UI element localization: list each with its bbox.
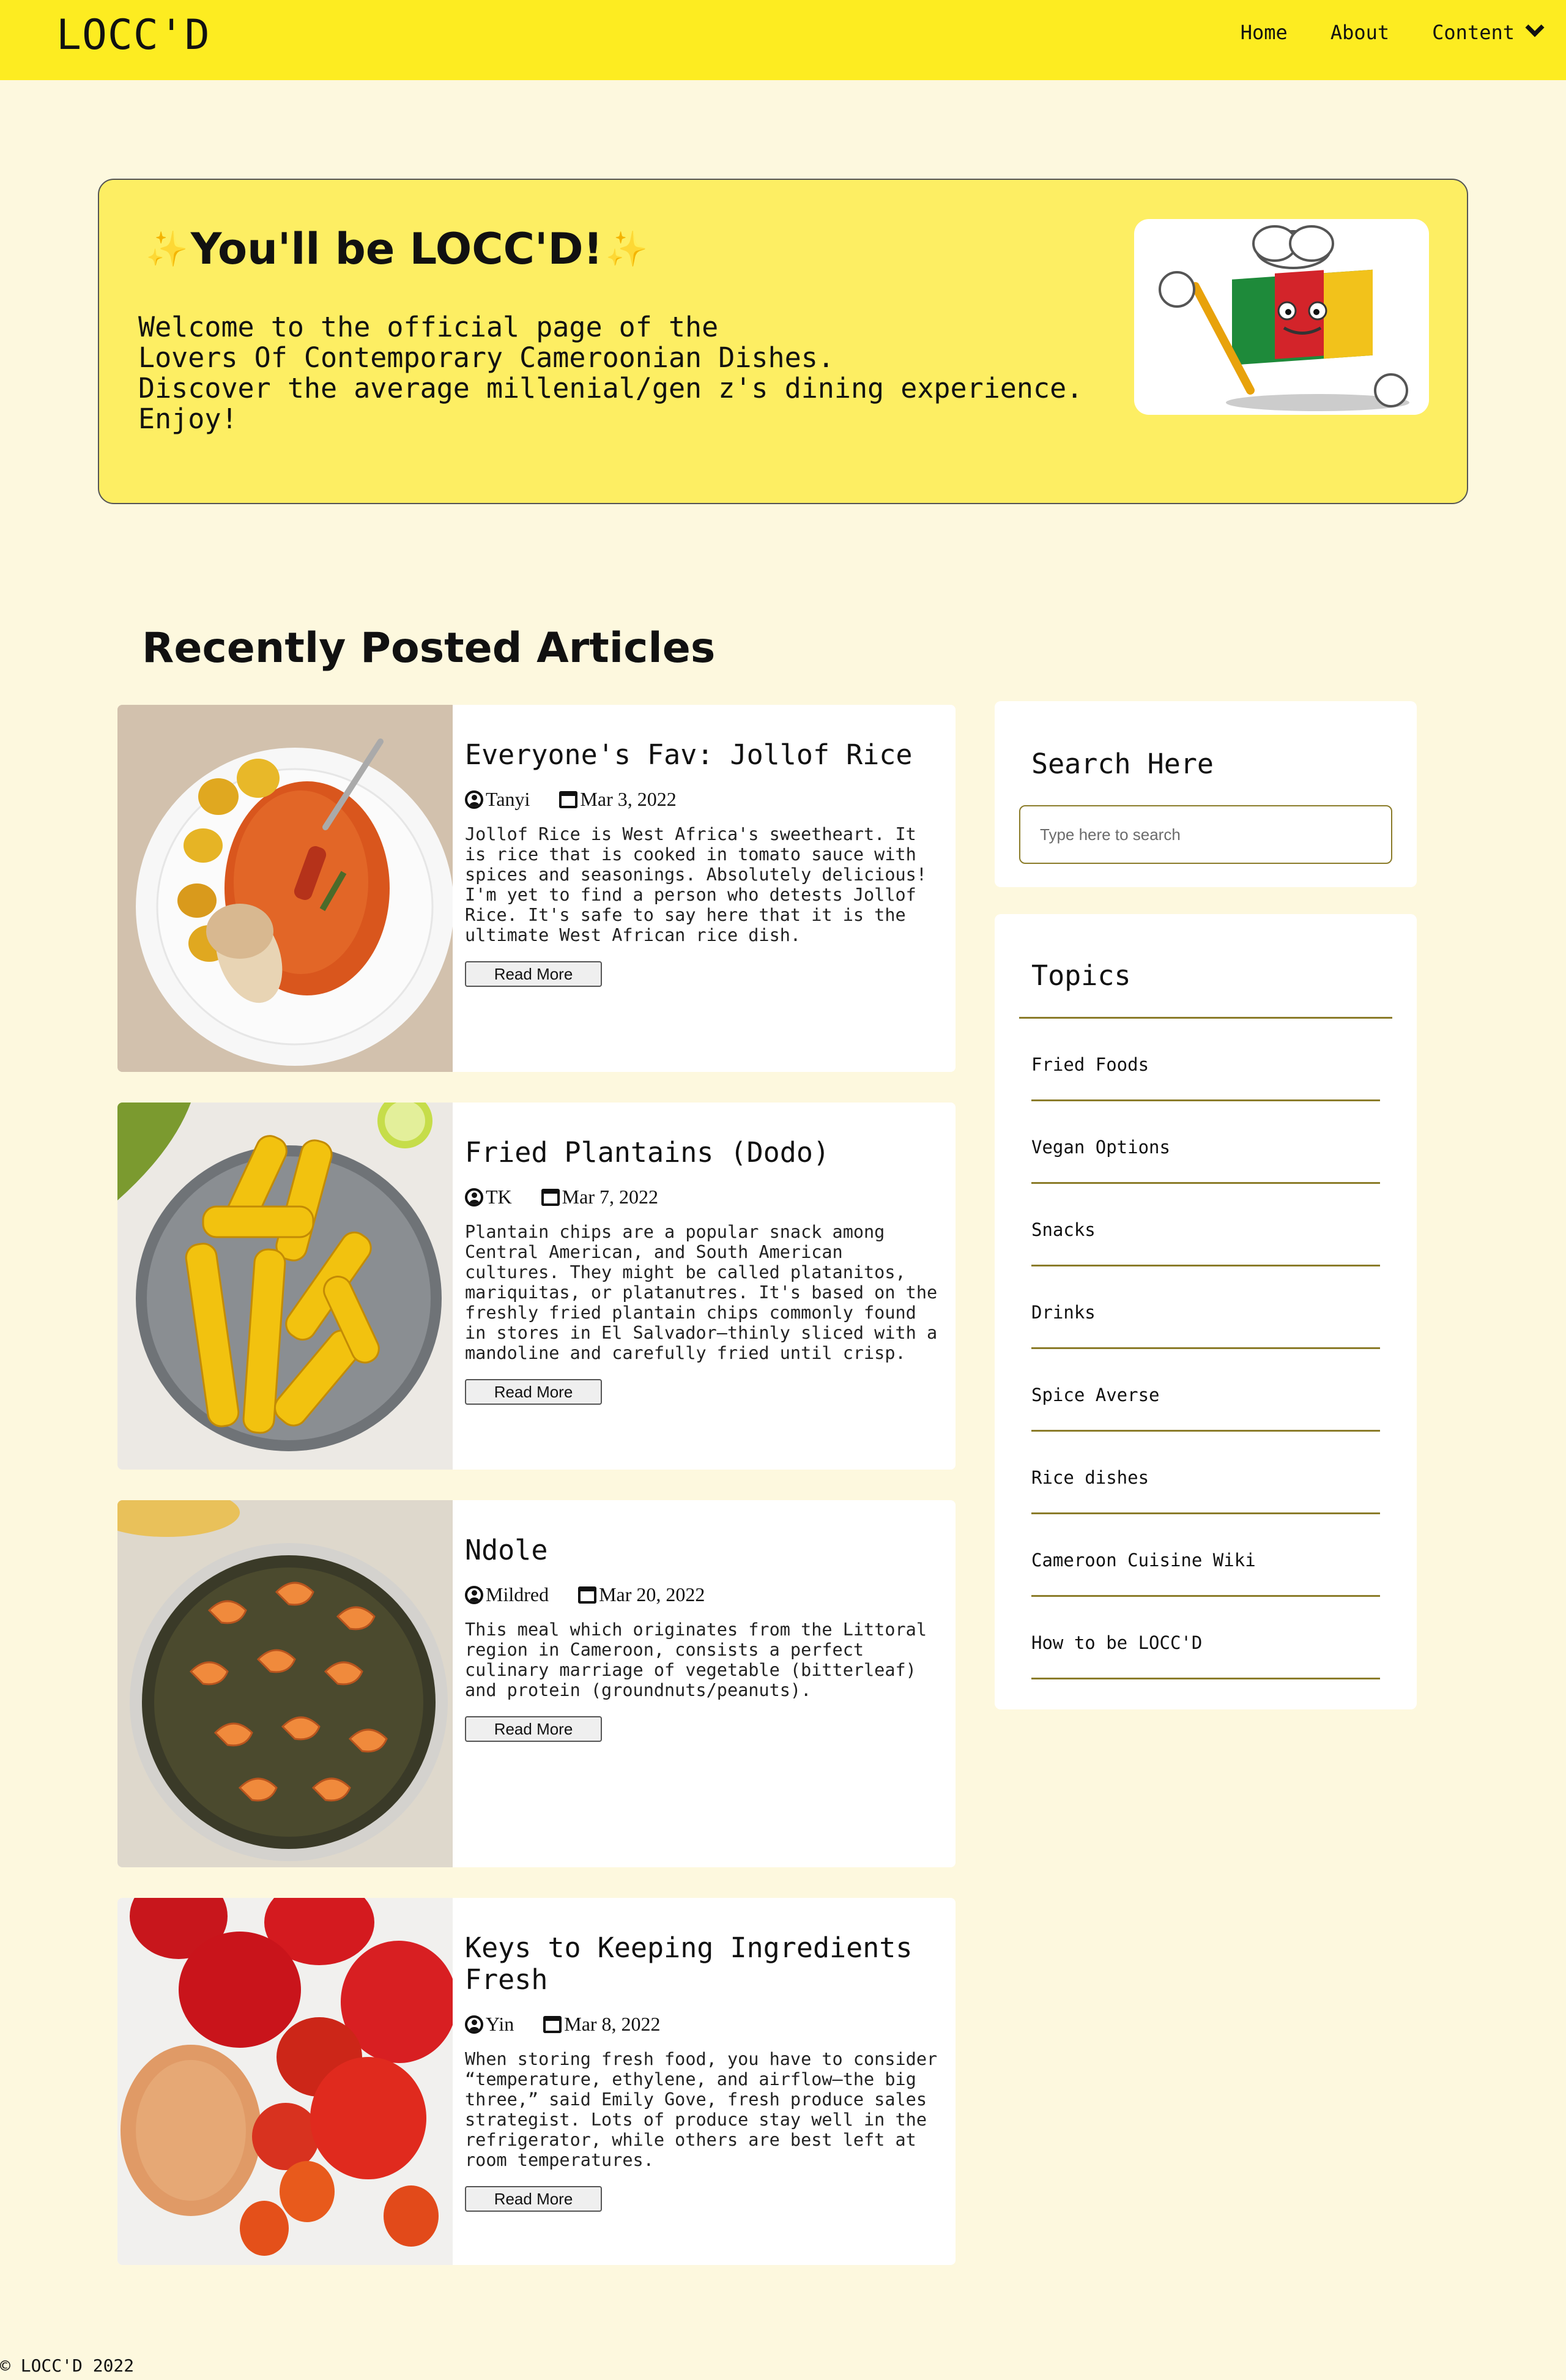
article-excerpt: This meal which originates from the Litt… xyxy=(465,1620,938,1700)
article-title[interactable]: Fried Plantains (Dodo) xyxy=(465,1137,942,1169)
ndole-image[interactable] xyxy=(117,1500,453,1867)
article-body: Fried Plantains (Dodo) TK Mar 7, 2022 Pl… xyxy=(465,1137,942,1405)
jollof-rice-image[interactable] xyxy=(117,705,454,1072)
topic-link[interactable]: Cameroon Cuisine Wiki xyxy=(1031,1514,1380,1597)
topic-label: Fried Foods xyxy=(1031,1054,1149,1075)
sparkle-icon: ✨ xyxy=(605,229,648,269)
author-name: Tanyi xyxy=(486,788,530,810)
top-nav: LOCC'D Home About Content xyxy=(0,0,1566,80)
article-title[interactable]: Ndole xyxy=(465,1534,942,1566)
read-more-button[interactable]: Read More xyxy=(465,2186,602,2212)
article-body: Everyone's Fav: Jollof Rice Tanyi Mar 3,… xyxy=(465,739,942,987)
article-meta: Mildred Mar 20, 2022 xyxy=(465,1583,942,1606)
user-circle-icon xyxy=(465,1585,483,1604)
hero-title-text: You'll be LOCC'D! xyxy=(190,224,603,274)
date-text: Mar 20, 2022 xyxy=(599,1583,705,1605)
date-text: Mar 8, 2022 xyxy=(564,2013,661,2035)
topic-link[interactable]: Drinks xyxy=(1031,1266,1380,1349)
date-text: Mar 7, 2022 xyxy=(562,1186,658,1208)
topic-link[interactable]: Rice dishes xyxy=(1031,1432,1380,1514)
fresh-ingredients-image[interactable] xyxy=(117,1898,457,2265)
footer-copyright: © LOCC'D 2022 xyxy=(0,2356,135,2376)
chevron-down-icon xyxy=(1525,18,1545,37)
author-name: Yin xyxy=(486,2013,514,2035)
article-title[interactable]: Keys to Keeping Ingredients Fresh xyxy=(465,1932,942,1996)
topic-link[interactable]: How to be LOCC'D xyxy=(1031,1597,1380,1679)
nav-links: Home About Content xyxy=(1241,18,1545,44)
read-more-button[interactable]: Read More xyxy=(465,961,602,987)
topic-label: Drinks xyxy=(1031,1302,1096,1323)
article-author: Yin xyxy=(465,2013,514,2036)
read-more-button[interactable]: Read More xyxy=(465,1716,602,1742)
author-name: Mildred xyxy=(486,1583,549,1605)
nav-about-link[interactable]: About xyxy=(1330,21,1389,44)
search-input[interactable] xyxy=(1019,805,1392,864)
hero-banner: ✨ You'll be LOCC'D! ✨ Welcome to the offic… xyxy=(98,179,1468,504)
article-meta: Tanyi Mar 3, 2022 xyxy=(465,788,942,811)
recent-articles-heading: Recently Posted Articles xyxy=(142,624,716,672)
article-excerpt: When storing fresh food, you have to con… xyxy=(465,2049,948,2170)
hero-welcome-text: Welcome to the official page of the Love… xyxy=(138,311,1083,435)
article-date: Mar 8, 2022 xyxy=(543,2013,661,2036)
search-card: Search Here xyxy=(995,701,1417,887)
nav-content-dropdown[interactable]: Content xyxy=(1432,18,1545,44)
topics-card: Topics Fried Foods Vegan Options Snacks … xyxy=(995,914,1417,1709)
topic-label: How to be LOCC'D xyxy=(1031,1632,1203,1653)
user-circle-icon xyxy=(465,790,483,809)
calendar-icon xyxy=(543,2015,562,2033)
topic-label: Rice dishes xyxy=(1031,1467,1149,1488)
article-body: Ndole Mildred Mar 20, 2022 This meal whi… xyxy=(465,1534,942,1742)
nav-home-link[interactable]: Home xyxy=(1241,21,1288,44)
sparkle-icon: ✨ xyxy=(146,229,188,269)
topic-link[interactable]: Fried Foods xyxy=(1031,1019,1380,1101)
article-author: TK xyxy=(465,1186,512,1208)
user-circle-icon xyxy=(465,1188,483,1207)
article-card: Everyone's Fav: Jollof Rice Tanyi Mar 3,… xyxy=(117,705,956,1072)
article-excerpt: Jollof Rice is West Africa's sweetheart.… xyxy=(465,824,938,945)
article-meta: Yin Mar 8, 2022 xyxy=(465,2013,942,2036)
article-author: Tanyi xyxy=(465,788,530,811)
search-heading: Search Here xyxy=(1031,748,1214,780)
topic-link[interactable]: Spice Averse xyxy=(1031,1349,1380,1432)
calendar-icon xyxy=(559,790,578,808)
article-title[interactable]: Everyone's Fav: Jollof Rice xyxy=(465,739,942,771)
user-circle-icon xyxy=(465,2015,483,2034)
article-meta: TK Mar 7, 2022 xyxy=(465,1186,942,1208)
fried-plantains-image[interactable] xyxy=(117,1103,453,1470)
article-excerpt: Plantain chips are a popular snack among… xyxy=(465,1222,948,1363)
article-date: Mar 20, 2022 xyxy=(578,1583,705,1606)
article-body: Keys to Keeping Ingredients Fresh Yin Ma… xyxy=(465,1932,942,2212)
article-author: Mildred xyxy=(465,1583,549,1606)
article-date: Mar 7, 2022 xyxy=(541,1186,658,1208)
article-card: Keys to Keeping Ingredients Fresh Yin Ma… xyxy=(117,1898,956,2265)
chef-flag-mascot-image xyxy=(1134,219,1429,415)
topic-label: Cameroon Cuisine Wiki xyxy=(1031,1550,1256,1571)
read-more-button[interactable]: Read More xyxy=(465,1379,602,1405)
date-text: Mar 3, 2022 xyxy=(580,788,677,810)
article-date: Mar 3, 2022 xyxy=(559,788,677,811)
topic-link[interactable]: Vegan Options xyxy=(1031,1101,1380,1184)
topic-link[interactable]: Snacks xyxy=(1031,1184,1380,1266)
article-card: Ndole Mildred Mar 20, 2022 This meal whi… xyxy=(117,1500,956,1867)
nav-content-label: Content xyxy=(1432,21,1515,44)
brand-logo[interactable]: LOCC'D xyxy=(56,11,210,59)
hero-title: ✨ You'll be LOCC'D! ✨ xyxy=(143,224,650,274)
article-card: Fried Plantains (Dodo) TK Mar 7, 2022 Pl… xyxy=(117,1103,956,1470)
topic-label: Spice Averse xyxy=(1031,1385,1160,1405)
author-name: TK xyxy=(486,1186,512,1208)
topic-label: Vegan Options xyxy=(1031,1137,1170,1158)
calendar-icon xyxy=(578,1586,597,1604)
topics-heading: Topics xyxy=(1031,959,1131,992)
topic-label: Snacks xyxy=(1031,1219,1096,1240)
calendar-icon xyxy=(541,1188,560,1206)
